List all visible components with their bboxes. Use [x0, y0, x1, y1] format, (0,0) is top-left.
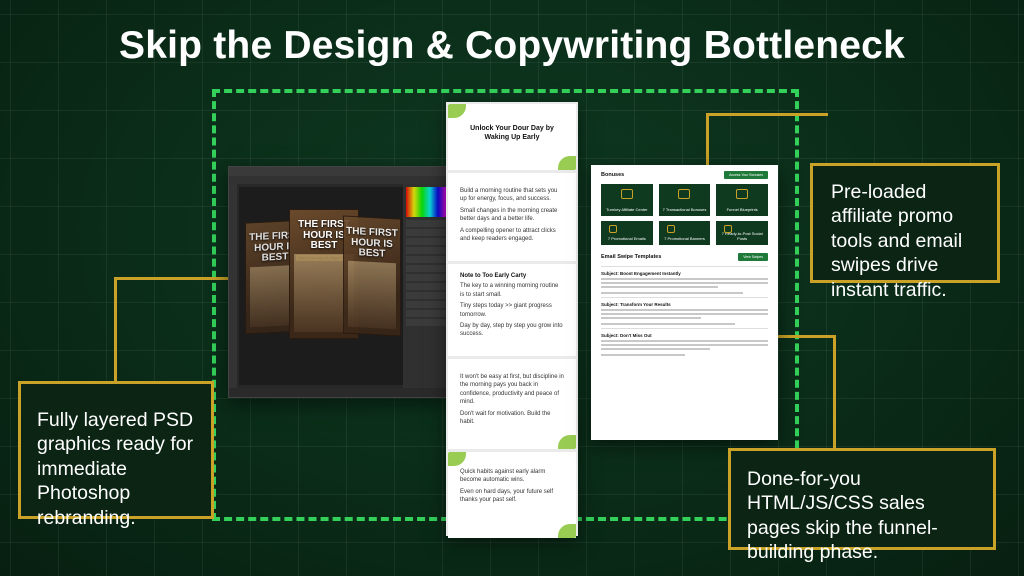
connector-top-right-vert — [706, 113, 709, 173]
callout-sales-pages: Done-for-you HTML/JS/CSS sales pages ski… — [728, 448, 996, 563]
ps-color-swatch — [406, 187, 446, 217]
handshake-icon — [620, 189, 633, 199]
card-4-text-1: It won't be easy at first, but disciplin… — [460, 374, 564, 406]
strip-card-3: Note to Too Early Carty The key to a win… — [448, 264, 576, 356]
photoshop-screenshot: THE FIRST HOUR IS BEST THE FIRST HOUR IS… — [228, 166, 450, 398]
access-bonuses-button: Access Your Bonuses — [724, 171, 768, 179]
bonus-tile: 7 Transactional Bonuses — [658, 184, 711, 216]
connector-bottom-left — [114, 277, 228, 383]
box-photo-right — [348, 260, 396, 330]
card-2-text-3: A compelling opener to attract clicks an… — [460, 227, 556, 242]
strip-card-2: Build a morning routine that sets you up… — [448, 173, 576, 261]
bonus-tile: Turnkey Affiliate Center — [601, 184, 653, 216]
box-title-right: THE FIRST HOUR IS BEST — [346, 225, 398, 260]
bonus-tile: 7 Promotional Emails — [601, 221, 653, 245]
card-5-text-1: Quick habits against early alarm become … — [460, 469, 546, 484]
bonus-tile: Funnel Blueprints — [716, 184, 768, 216]
leaf-icon — [448, 452, 466, 466]
social-icon — [724, 225, 733, 233]
ps-layers-panel — [403, 184, 449, 389]
bonus-grid: Turnkey Affiliate Center 7 Transactional… — [601, 184, 768, 245]
leaf-icon — [558, 524, 576, 538]
sales-page-screenshot: Bonuses Access Your Bonuses Turnkey Affi… — [591, 165, 778, 440]
card-5-text-2: Even on hard days, your future self than… — [460, 488, 554, 504]
card-4-text-2: Don't wait for motivation. Build the hab… — [460, 410, 551, 425]
swipe-subject: Subject: Boost Engagement Instantly — [601, 271, 681, 276]
card-2-text-1: Build a morning routine that sets you up… — [460, 188, 558, 203]
stack-icon — [678, 189, 691, 199]
email-icon — [609, 225, 617, 233]
social-posts-strip: Unlock Your Dour Day by Waking Up Early … — [446, 102, 578, 538]
email-swipe-2: Subject: Transform Your Results — [601, 297, 768, 325]
strip-card-4: It won't be easy at first, but disciplin… — [448, 359, 576, 449]
banner-icon — [666, 225, 675, 233]
swipe-subject: Subject: Don't Miss Out — [601, 333, 652, 338]
product-box-right: THE FIRST HOUR IS BEST — [343, 215, 401, 337]
bonus-tile: 7 Promotional Banners — [658, 221, 711, 245]
swipe-subject: Subject: Transform Your Results — [601, 302, 671, 307]
card-3-title: Note to Too Early Carty — [460, 273, 527, 279]
card-3-text-2: Tiny steps today >> giant progress tomor… — [460, 303, 552, 318]
view-swipes-button: View Swipes — [738, 253, 768, 261]
ps-canvas: THE FIRST HOUR IS BEST THE FIRST HOUR IS… — [239, 187, 403, 385]
page-title: Skip the Design & Copywriting Bottleneck — [119, 24, 905, 67]
email-swipe-1: Subject: Boost Engagement Instantly — [601, 266, 768, 294]
card-3-text-1: The key to a winning morning routine is … — [460, 283, 559, 298]
ps-menubar — [229, 176, 449, 184]
bonus-tile: 7 Ready-to-Post Social Posts — [716, 221, 768, 245]
connector-bottom-right — [778, 335, 836, 450]
callout-affiliate-tools: Pre-loaded affiliate promo tools and ema… — [810, 163, 1000, 301]
card-1-title: Unlock Your Dour Day by Waking Up Early — [470, 125, 554, 142]
connector-top-right — [706, 113, 828, 165]
email-swipe-3: Subject: Don't Miss Out — [601, 328, 768, 356]
card-3-text-3: Day by day, step by step you grow into s… — [460, 322, 563, 338]
leaf-icon — [558, 156, 576, 170]
ps-toolbar — [229, 184, 237, 389]
leaf-icon — [558, 435, 576, 449]
callout-psd-graphics: Fully layered PSD graphics ready for imm… — [18, 381, 214, 529]
strip-card-1: Unlock Your Dour Day by Waking Up Early — [448, 104, 576, 170]
ps-statusbar — [229, 388, 449, 397]
ps-titlebar — [229, 167, 449, 176]
bonuses-heading: Bonuses — [601, 172, 625, 178]
funnel-icon — [736, 189, 749, 199]
card-2-text-2: Small changes in the morning create bett… — [460, 207, 558, 223]
email-swipes-heading: Email Swipe Templates — [601, 254, 662, 260]
leaf-icon — [448, 104, 466, 118]
strip-card-5: Quick habits against early alarm become … — [448, 452, 576, 538]
